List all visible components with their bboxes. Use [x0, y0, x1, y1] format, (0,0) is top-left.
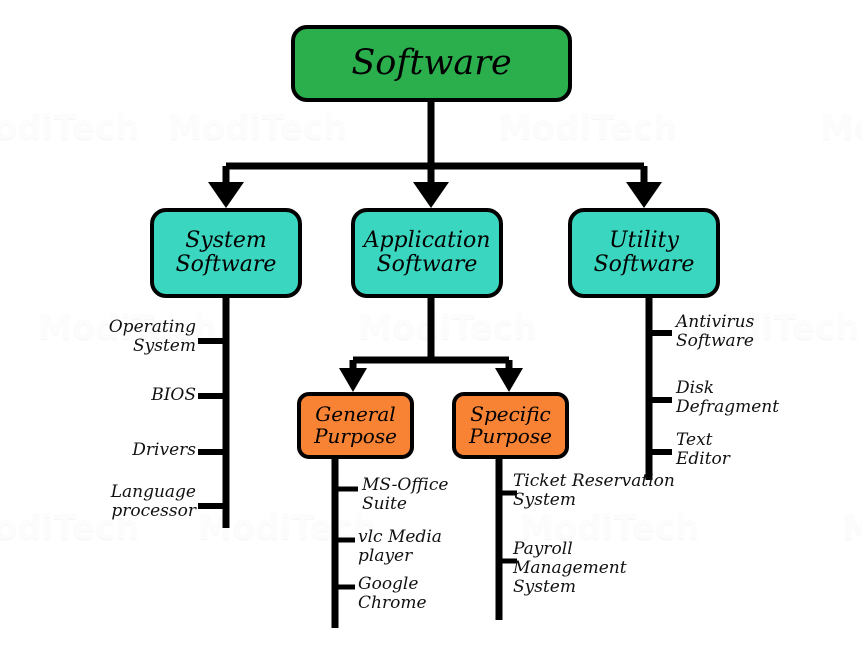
leaf-antivirus-software: Antivirus Software: [676, 312, 755, 352]
node-label-line2: Software: [593, 252, 695, 277]
watermark: ModiTech: [0, 108, 140, 148]
node-label-line2: Purpose: [314, 423, 397, 448]
node-software-root[interactable]: Software: [291, 25, 572, 102]
arrowhead-utility: [626, 182, 662, 208]
node-label-line1: Specific: [470, 401, 551, 426]
leaf-line2: Software: [676, 331, 754, 352]
arrowheads-level2: [208, 182, 662, 208]
node-utility-software[interactable]: Utility Software: [568, 208, 720, 298]
watermark: ModiTech: [358, 308, 538, 348]
leaf-line1: Ticket Reservation: [513, 471, 675, 491]
leaf-ms-office-suite: MS-Office Suite: [362, 475, 449, 515]
leaf-bios: BIOS: [46, 385, 196, 405]
node-label-line2: Software: [175, 252, 277, 277]
leaf-line2: Defragment: [676, 397, 780, 418]
node-general-purpose[interactable]: General Purpose: [297, 392, 414, 459]
leaf-line2: Editor: [676, 449, 730, 470]
arrowhead-specific: [495, 368, 523, 392]
node-label-line2: Software: [376, 252, 478, 277]
node-application-software[interactable]: Application Software: [351, 208, 503, 298]
leaf-line1: Language: [110, 482, 196, 502]
leaf-line1: Disk: [676, 378, 715, 398]
node-label-line1: Application: [363, 228, 491, 254]
leaf-line1: Text: [676, 430, 713, 450]
leaf-line1: Antivirus: [676, 312, 755, 332]
ticks-system: [198, 338, 226, 509]
leaf-drivers: Drivers: [46, 440, 196, 460]
leaf-disk-defragment: Disk Defragment: [676, 378, 780, 418]
leaf-line2: player: [358, 546, 413, 567]
node-label-line1: Utility: [609, 228, 679, 254]
leaf-vlc-media-player: vlc Media player: [358, 527, 442, 567]
leaf-ticket-reservation-system: Ticket Reservation System: [513, 471, 675, 511]
arrowheads-level3: [339, 368, 523, 392]
leaf-line2: System: [513, 490, 576, 511]
leaf-line1: Drivers: [132, 440, 196, 460]
arrowhead-general: [339, 368, 367, 392]
watermark: ModiTech: [198, 508, 378, 548]
watermark: ModiTech: [168, 108, 348, 148]
leaf-line2: Chrome: [358, 593, 427, 614]
node-label: Software: [351, 42, 512, 83]
ticks-general: [335, 486, 358, 590]
leaf-line1: Payroll: [513, 539, 573, 559]
leaf-google-chrome: Google Chrome: [358, 574, 427, 614]
leaf-line2: processor: [111, 501, 196, 522]
leaf-payroll-management-system: Payroll Management System: [513, 539, 627, 598]
leaf-operating-system: Operating System: [46, 317, 196, 357]
node-specific-purpose[interactable]: Specific Purpose: [452, 392, 569, 459]
node-label-line2: Purpose: [469, 423, 552, 448]
software-classification-diagram: ModiTech ModiTech ModiTech ModiTech Modi…: [0, 0, 862, 646]
leaf-language-processor: Language processor: [36, 482, 196, 522]
leaf-line2: Suite: [362, 494, 407, 515]
leaf-line1: Operating: [108, 317, 196, 337]
leaf-line1: MS-Office: [362, 475, 449, 495]
leaf-line2: Management: [513, 558, 627, 579]
node-label-line1: System: [185, 228, 267, 254]
leaf-line3: System: [513, 577, 576, 598]
leaf-line1: vlc Media: [358, 527, 442, 547]
arrowhead-application: [413, 182, 449, 208]
watermark: ModiTech: [498, 108, 678, 148]
leaf-text-editor: Text Editor: [676, 430, 730, 470]
watermark: ModiTech: [820, 108, 862, 148]
leaf-line1: Google: [358, 574, 419, 594]
node-system-software[interactable]: System Software: [150, 208, 302, 298]
leaf-line2: System: [133, 336, 196, 357]
leaf-line1: BIOS: [151, 385, 196, 405]
node-label-line1: General: [315, 401, 396, 426]
arrowhead-system: [208, 182, 244, 208]
ticks-utility: [649, 330, 672, 455]
watermark: ModiTech: [842, 508, 862, 548]
